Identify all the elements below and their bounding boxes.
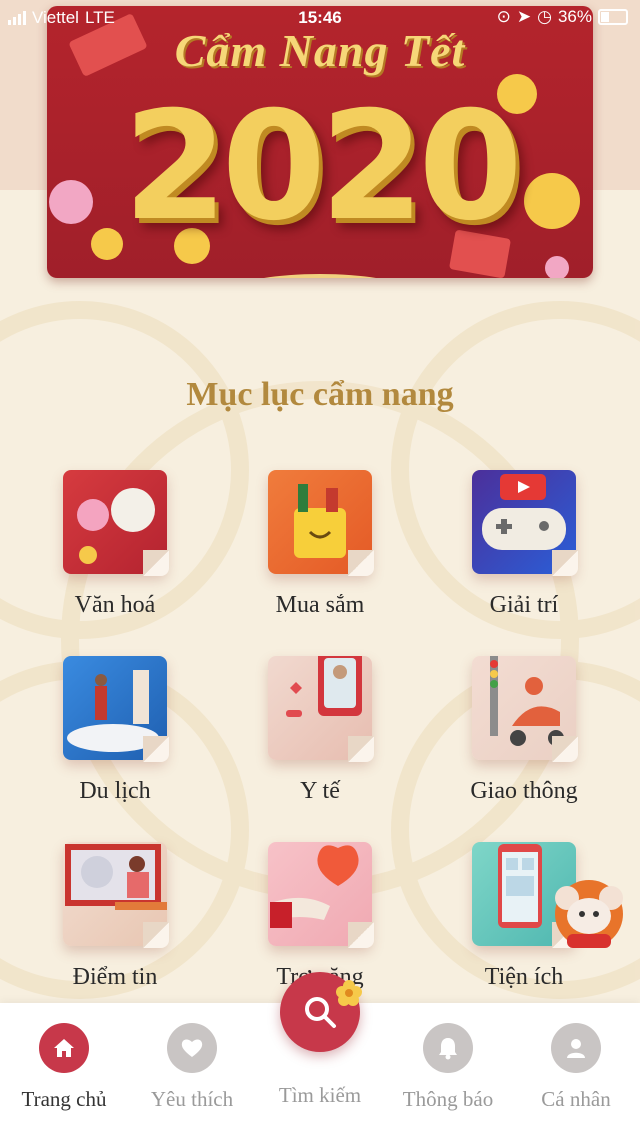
category-travel[interactable]: Du lịch bbox=[15, 656, 215, 805]
category-shopping[interactable]: Mua sắm bbox=[220, 470, 420, 619]
rotation-lock-icon: ⊙ bbox=[496, 7, 511, 26]
category-label: Văn hoá bbox=[74, 592, 156, 618]
tab-home[interactable]: Trang chủ bbox=[0, 1023, 128, 1112]
category-label: Du lịch bbox=[79, 778, 151, 804]
news-icon bbox=[63, 842, 173, 948]
gamepad-icon bbox=[472, 470, 578, 576]
tab-label: Cá nhân bbox=[541, 1087, 611, 1111]
tab-label: Thông báo bbox=[402, 1087, 494, 1111]
tab-search-label[interactable]: Tìm kiếm bbox=[256, 1083, 384, 1108]
tab-notifications[interactable]: Thông báo bbox=[384, 1023, 512, 1112]
tab-favorites[interactable]: Yêu thích bbox=[128, 1023, 256, 1112]
tab-label: Yêu thích bbox=[150, 1087, 234, 1111]
section-title: Mục lục cẩm nang bbox=[186, 376, 454, 413]
category-label: Mua sắm bbox=[275, 592, 365, 618]
lion-dance-icon bbox=[63, 470, 169, 576]
category-label: Tiện ích bbox=[484, 964, 564, 990]
heart-hand-icon bbox=[268, 842, 374, 948]
alarm-icon: ◷ bbox=[537, 7, 552, 26]
battery-percent: 36% bbox=[557, 7, 592, 26]
scooter-icon bbox=[472, 656, 578, 762]
category-news[interactable]: Điểm tin bbox=[15, 842, 215, 991]
heart-icon bbox=[167, 1023, 217, 1073]
status-bar: Viettel LTE 15:46 ⊙ ➤ ◷ 36% bbox=[0, 0, 640, 36]
home-icon bbox=[39, 1023, 89, 1073]
tab-label: Trang chủ bbox=[21, 1087, 107, 1111]
category-label: Giải trí bbox=[489, 592, 559, 618]
category-health[interactable]: Y tế bbox=[220, 650, 420, 805]
bell-icon bbox=[423, 1023, 473, 1073]
location-icon: ➤ bbox=[516, 7, 532, 26]
mascot-mouse-icon[interactable] bbox=[553, 876, 625, 952]
tab-profile[interactable]: Cá nhân bbox=[512, 1023, 640, 1112]
hero-banner[interactable]: Cẩm Nang Tết 2020 bbox=[47, 6, 593, 278]
shopping-bag-icon bbox=[268, 470, 374, 576]
banner-year: 2020 bbox=[123, 80, 522, 254]
category-label: Điểm tin bbox=[72, 964, 158, 990]
medical-icon bbox=[268, 650, 374, 762]
category-culture[interactable]: Văn hoá bbox=[15, 470, 215, 619]
user-icon bbox=[551, 1023, 601, 1073]
category-entertainment[interactable]: Giải trí bbox=[424, 470, 624, 619]
battery-icon bbox=[598, 9, 628, 25]
status-right: ⊙ ➤ ◷ 36% bbox=[497, 7, 628, 27]
category-label: Y tế bbox=[300, 778, 340, 804]
travel-icon bbox=[63, 656, 169, 762]
category-traffic[interactable]: Giao thông bbox=[424, 656, 624, 805]
category-label: Giao thông bbox=[470, 778, 578, 804]
category-assist[interactable]: Trợ năng bbox=[220, 842, 420, 991]
apricot-blossom-icon bbox=[336, 980, 362, 1006]
